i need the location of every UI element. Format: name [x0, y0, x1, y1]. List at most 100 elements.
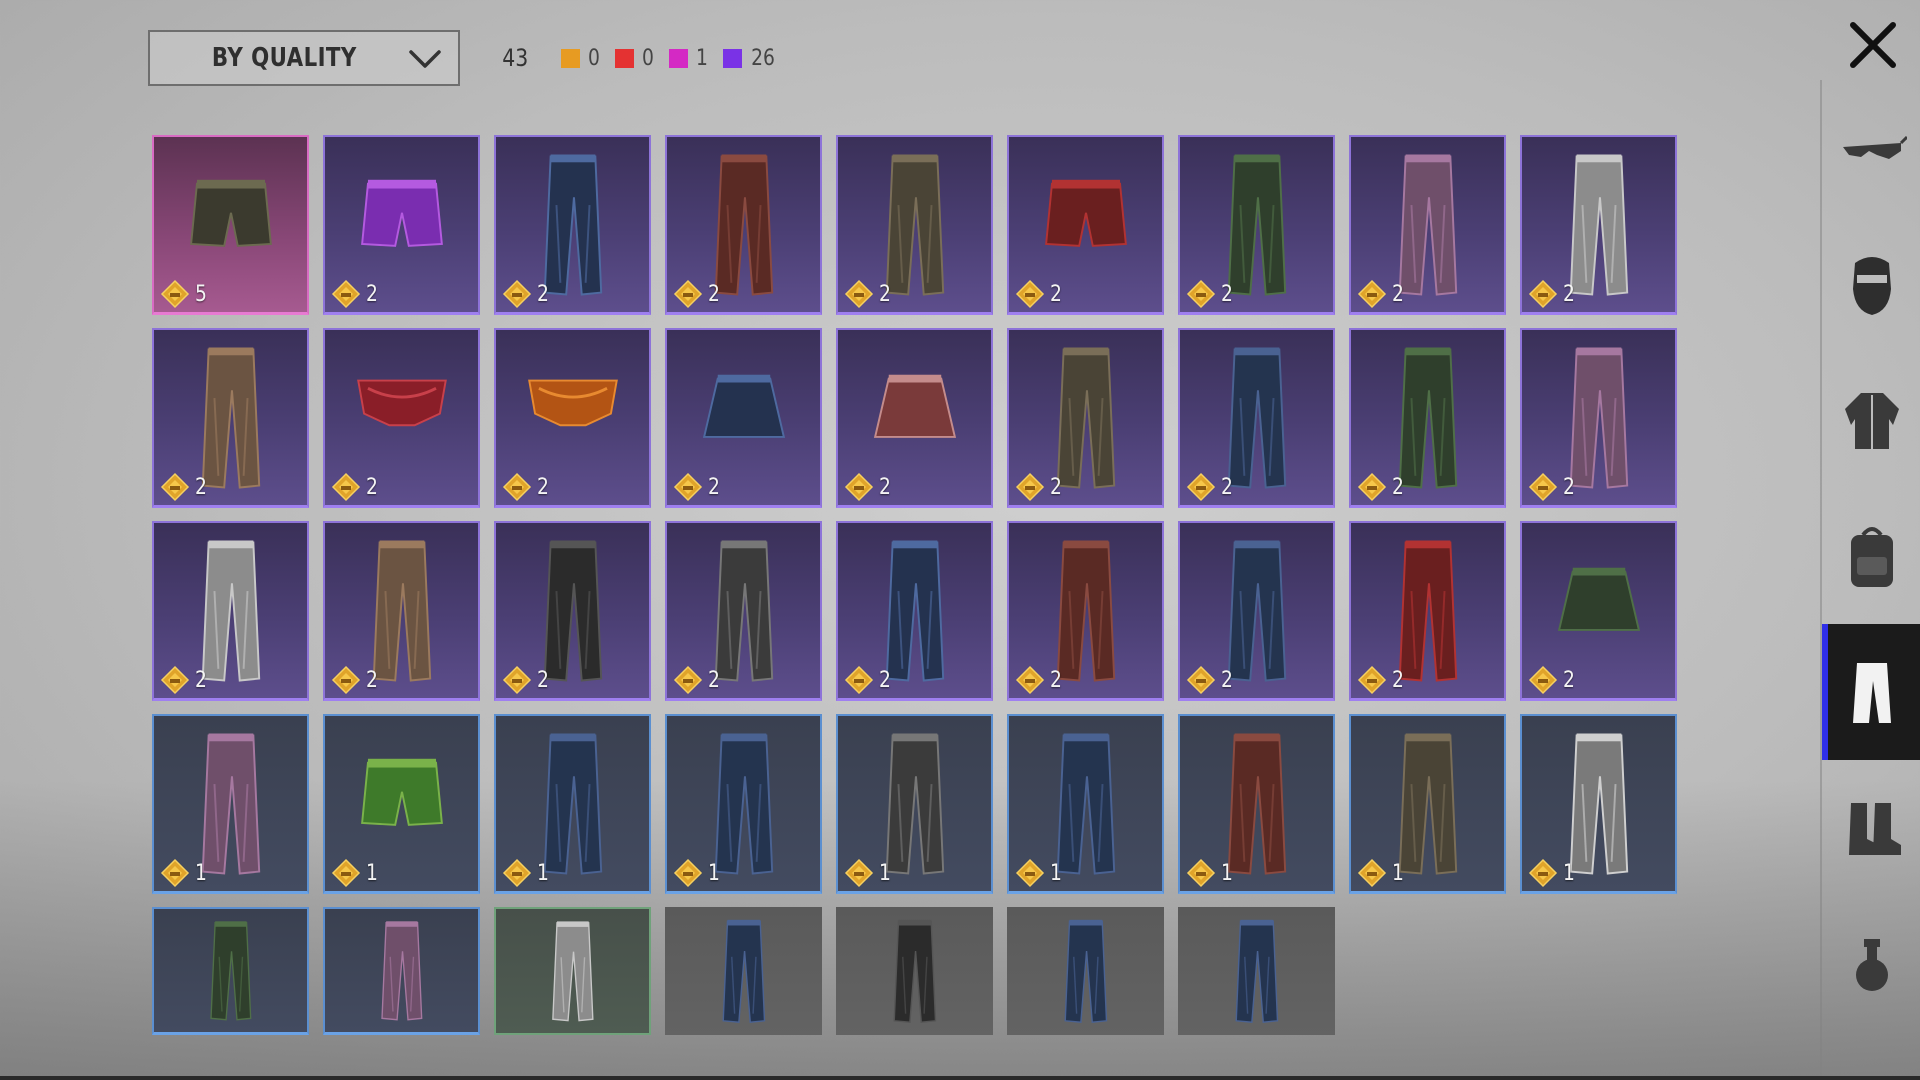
inventory-item[interactable]: 1 — [1349, 714, 1506, 894]
inventory-item[interactable]: 1 — [323, 714, 480, 894]
inventory-item[interactable] — [1007, 907, 1164, 1035]
item-count-badge: 2 — [844, 664, 892, 696]
inventory-item[interactable]: 2 — [1520, 521, 1677, 701]
grenade-icon — [1856, 939, 1888, 991]
item-count: 1 — [1392, 860, 1404, 886]
coupon-icon — [1186, 858, 1216, 888]
inventory-item[interactable] — [665, 907, 822, 1035]
item-count-badge: 1 — [1015, 857, 1063, 889]
inventory-item[interactable]: 2 — [836, 328, 993, 508]
item-count-badge: 1 — [1528, 857, 1576, 889]
inventory-item[interactable] — [323, 907, 480, 1035]
quality-swatch — [614, 48, 634, 68]
inventory-item[interactable]: 2 — [1178, 521, 1335, 701]
item-count: 5 — [195, 281, 207, 307]
coupon-icon — [673, 858, 703, 888]
item-count: 2 — [537, 281, 549, 307]
item-count: 2 — [1050, 667, 1062, 693]
inventory-item[interactable]: 2 — [1007, 135, 1164, 315]
inventory-item[interactable]: 2 — [1520, 328, 1677, 508]
inventory-item[interactable]: 2 — [323, 328, 480, 508]
inventory-item[interactable]: 2 — [152, 328, 309, 508]
inventory-item[interactable]: 2 — [152, 521, 309, 701]
inventory-item[interactable]: 2 — [494, 328, 651, 508]
item-count: 2 — [1392, 667, 1404, 693]
inventory-item[interactable]: 2 — [323, 521, 480, 701]
inventory-item[interactable]: 1 — [1520, 714, 1677, 894]
inventory-item[interactable]: 2 — [494, 521, 651, 701]
item-count: 2 — [1563, 667, 1575, 693]
inventory-item[interactable]: 2 — [323, 135, 480, 315]
inventory-item[interactable]: 2 — [1349, 521, 1506, 701]
inventory-item[interactable]: 2 — [1178, 328, 1335, 508]
inventory-item[interactable]: 1 — [152, 714, 309, 894]
close-button[interactable] — [1838, 14, 1908, 76]
inventory-item[interactable]: 1 — [836, 714, 993, 894]
inventory-item[interactable]: 2 — [1007, 521, 1164, 701]
item-count-badge: 2 — [1528, 278, 1576, 310]
item-grid: 5 2 2 2 2 2 2 2 2 2 2 2 2 2 2 2 2 2 2 2 … — [152, 135, 1677, 1035]
inventory-item[interactable] — [1178, 907, 1335, 1035]
coupon-icon — [331, 665, 361, 695]
item-count: 2 — [879, 667, 891, 693]
item-count-badge: 2 — [331, 471, 379, 503]
inventory-item[interactable]: 2 — [1007, 328, 1164, 508]
sidebar-item-grenade[interactable] — [1822, 896, 1920, 1032]
quality-count-legendary: 0 — [560, 46, 601, 71]
inventory-item[interactable]: 2 — [836, 521, 993, 701]
inventory-item[interactable]: 1 — [494, 714, 651, 894]
coupon-icon — [1528, 472, 1558, 502]
pants-icon — [210, 921, 252, 1021]
coupon-icon — [1186, 665, 1216, 695]
item-count: 2 — [366, 667, 378, 693]
item-count-badge: 2 — [1186, 278, 1234, 310]
inventory-item[interactable]: 2 — [836, 135, 993, 315]
item-count: 2 — [708, 281, 720, 307]
inventory-item[interactable] — [152, 907, 309, 1035]
sidebar-item-jacket[interactable] — [1822, 352, 1920, 488]
item-count: 2 — [195, 667, 207, 693]
quality-count-purple: 26 — [722, 46, 777, 71]
item-count: 2 — [1392, 474, 1404, 500]
sidebar-item-boots[interactable] — [1822, 760, 1920, 896]
inventory-item[interactable]: 2 — [665, 328, 822, 508]
sidebar-item-glasses[interactable] — [1822, 80, 1920, 216]
sidebar-item-mask[interactable] — [1822, 216, 1920, 352]
item-count: 2 — [1392, 281, 1404, 307]
item-count: 2 — [1563, 281, 1575, 307]
sidebar-item-pants[interactable] — [1822, 624, 1920, 760]
item-count: 2 — [879, 474, 891, 500]
inventory-item[interactable]: 2 — [1520, 135, 1677, 315]
coupon-icon — [502, 279, 532, 309]
inventory-item[interactable]: 2 — [1349, 135, 1506, 315]
item-count-badge: 2 — [1357, 471, 1405, 503]
item-count: 2 — [537, 474, 549, 500]
inventory-item[interactable]: 2 — [665, 521, 822, 701]
item-count-badge: 2 — [1357, 664, 1405, 696]
coupon-icon — [1015, 279, 1045, 309]
inventory-item[interactable]: 2 — [1349, 328, 1506, 508]
sidebar-item-backpack[interactable] — [1822, 488, 1920, 624]
inventory-item[interactable]: 1 — [1007, 714, 1164, 894]
inventory-item[interactable] — [836, 907, 993, 1035]
bottom-bar — [0, 1076, 1920, 1080]
item-count-badge: 2 — [160, 664, 208, 696]
coupon-icon — [1357, 279, 1387, 309]
item-count: 2 — [537, 667, 549, 693]
inventory-item[interactable]: 5 — [152, 135, 309, 315]
item-count-badge: 2 — [844, 278, 892, 310]
inventory-item[interactable]: 2 — [1178, 135, 1335, 315]
coupon-icon — [160, 858, 190, 888]
coupon-icon — [331, 858, 361, 888]
inventory-item[interactable]: 1 — [665, 714, 822, 894]
item-count-badge: 5 — [160, 278, 208, 310]
inventory-item[interactable]: 2 — [665, 135, 822, 315]
inventory-item[interactable] — [494, 907, 651, 1035]
item-count-badge: 2 — [1528, 471, 1576, 503]
coupon-icon — [844, 472, 874, 502]
backpack-icon — [1851, 527, 1893, 587]
inventory-item[interactable]: 2 — [494, 135, 651, 315]
sort-dropdown[interactable]: BY QUALITY — [148, 30, 460, 86]
pants-icon — [552, 921, 594, 1022]
inventory-item[interactable]: 1 — [1178, 714, 1335, 894]
